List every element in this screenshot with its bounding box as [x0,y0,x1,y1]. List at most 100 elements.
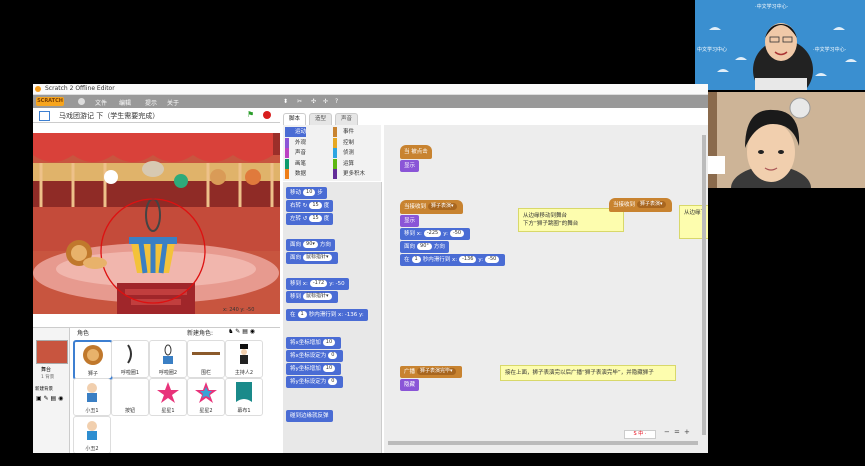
x-input[interactable]: -136 [459,256,477,263]
comment-note[interactable]: 从边缘移动到舞台 下方“狮子跳圈”的舞台 [518,208,624,232]
palette-block[interactable]: 移到 鼠标指针▾ [286,291,338,303]
sprite-tile[interactable]: 围栏 [187,340,225,378]
message-dropdown[interactable]: 狮子表演▾ [428,203,457,210]
hoop-thumb-icon [127,344,132,364]
block-input[interactable]: 90▾ [303,241,318,248]
when-receive-block[interactable]: 当接收到 狮子表演▾ [609,198,672,212]
project-title[interactable]: 马戏团游记 下（学生需要完成） [59,111,159,121]
shrink-icon[interactable]: ✢ [323,98,328,105]
tab-costumes[interactable]: 造型 [309,113,333,125]
when-flag-clicked-block[interactable]: 当 被点击 [400,145,432,159]
secs-input[interactable]: 1 [411,256,421,263]
palette-block[interactable]: 移到 x: -172 y: -50 [286,278,349,290]
palette-block[interactable]: 碰到边缘就反弹 [286,410,333,422]
hoop-stand-thumb-icon [163,344,173,364]
x-input[interactable]: -225 [423,230,442,237]
fullscreen-icon[interactable] [39,111,50,121]
block-input[interactable]: -172 [309,280,328,287]
sprite-tile[interactable]: 狮子 [73,340,113,380]
glide-block[interactable]: 在 1 秒内滑行到 x: -136 y: -50 [400,254,506,266]
category-item[interactable]: 声音 [285,148,306,158]
grow-icon[interactable]: ✣ [311,98,316,105]
message-dropdown[interactable]: 狮子表演▾ [637,201,666,208]
globe-icon[interactable] [78,98,85,105]
category-item[interactable]: 控制 [333,137,354,148]
lion-thumb-icon [83,345,103,365]
sprite-tile[interactable]: 幕布1 [225,378,263,416]
vertical-scrollbar[interactable] [702,135,706,435]
stop-icon[interactable] [263,111,271,119]
sprite-tile[interactable]: 星星1 [149,378,187,416]
menu-about[interactable]: 关于 [167,98,179,107]
category-item[interactable]: 侦测 [333,148,354,158]
new-sprite-tools[interactable]: ♞ ✎ ▤ ◉ [228,328,255,335]
menu-hint[interactable]: 提示 [145,98,157,107]
show-block[interactable]: 显示 [400,215,420,227]
comment-note[interactable]: 接在上面，狮子表演完以后广播“狮子表演完毕”，并隐藏狮子 [500,365,676,381]
tab-scripts[interactable]: 脚本 [283,113,307,125]
stage-canvas[interactable]: x: 240 y: -50 [33,133,280,314]
zoom-in-icon[interactable]: + [684,428,690,436]
block-input[interactable]: 鼠标指针▾ [303,254,332,261]
green-flag-icon[interactable]: ⚑ [247,110,254,119]
zoom-reset-icon[interactable]: = [674,428,680,436]
sprite-tile[interactable]: 呼啦圈1 [111,340,149,378]
sprite-tile[interactable]: 小丑2 [73,416,111,453]
block-input[interactable]: 鼠标指针▾ [303,293,332,300]
palette-block[interactable]: 在 1 秒内滑行到 x: -136 y: [286,309,368,321]
horizontal-scrollbar[interactable] [388,441,698,445]
palette-block[interactable]: 将x坐标设定为 0 [286,350,344,362]
palette-tabs: 脚本 造型 声音 [283,113,381,125]
tab-sounds[interactable]: 声音 [335,113,359,125]
block-input[interactable]: 15 [309,202,322,209]
menu-file[interactable]: 文件 [95,98,107,107]
palette-block[interactable]: 将y坐标增加 10 [286,363,342,375]
show-block[interactable]: 显示 [400,160,420,172]
zoom-out-icon[interactable]: − [664,428,670,436]
point-direction-block[interactable]: 面向 90° 方向 [400,241,449,253]
palette-block[interactable]: 右转 ↻ 15 度 [286,200,334,212]
script-area[interactable]: 当 被点击 显示 当接收到 狮子表演▾ 显示 移到 x: -225 y: -50 面向 9… [384,125,708,453]
duplicate-icon[interactable]: ⬍ [283,98,288,105]
block-input[interactable]: 10 [303,189,316,196]
message-dropdown[interactable]: 狮子表演完毕▾ [417,368,456,375]
category-item[interactable]: 事件 [333,127,354,137]
block-input[interactable]: 0 [328,378,338,385]
backdrop-tools[interactable]: ▣ ✎ ▤ ◉ [36,395,63,402]
goto-xy-block[interactable]: 移到 x: -225 y: -50 [400,228,471,240]
palette-block[interactable]: 移动 10 步 [286,187,327,199]
category-item[interactable]: 数据 [285,169,306,179]
category-item[interactable]: 外观 [285,137,306,148]
stage-thumbnail[interactable] [36,340,68,364]
block-text: 移到 [290,294,302,300]
block-input[interactable]: 1 [297,311,307,318]
sprite-tile[interactable]: 呼啦圈2 [149,340,187,378]
broadcast-block[interactable]: 广播 狮子表演完毕▾ [400,366,462,378]
block-input[interactable]: 0 [328,352,338,359]
block-input[interactable]: 15 [309,215,322,222]
delete-icon[interactable]: ✂ [297,98,302,105]
menu-edit[interactable]: 编辑 [119,98,131,107]
palette-block[interactable]: 面向 90▾ 方向 [286,239,335,251]
block-input[interactable]: 10 [322,339,336,346]
category-item[interactable]: 画笔 [285,158,306,169]
help-icon[interactable]: ? [335,98,338,105]
palette-block[interactable]: 左转 ↺ 15 度 [286,213,334,225]
sprite-tile[interactable]: 主持人2 [225,340,263,378]
sprite-tile[interactable]: 按钮 [111,378,149,416]
sprite-tile[interactable]: 星星2 [187,378,225,416]
block-input[interactable]: 10 [322,365,336,372]
palette-block[interactable]: 将x坐标增加 10 [286,337,342,349]
palette-block[interactable]: 将y坐标设定为 0 [286,376,344,388]
hide-block[interactable]: 隐藏 [400,379,420,391]
category-item[interactable]: 运动 [285,127,307,137]
category-item[interactable]: 运算 [333,158,354,169]
category-item[interactable]: 更多积木 [333,169,365,179]
direction-input[interactable]: 90° [417,243,432,250]
when-receive-block[interactable]: 当接收到 狮子表演▾ [400,200,463,214]
palette-block[interactable]: 面向 鼠标指针▾ [286,252,338,264]
ime-toolbar-icon[interactable]: S 中 · [624,430,656,439]
sprite-tile[interactable]: 小丑1 [73,378,111,416]
y-input[interactable]: -50 [485,256,500,263]
y-input[interactable]: -50 [449,230,465,237]
